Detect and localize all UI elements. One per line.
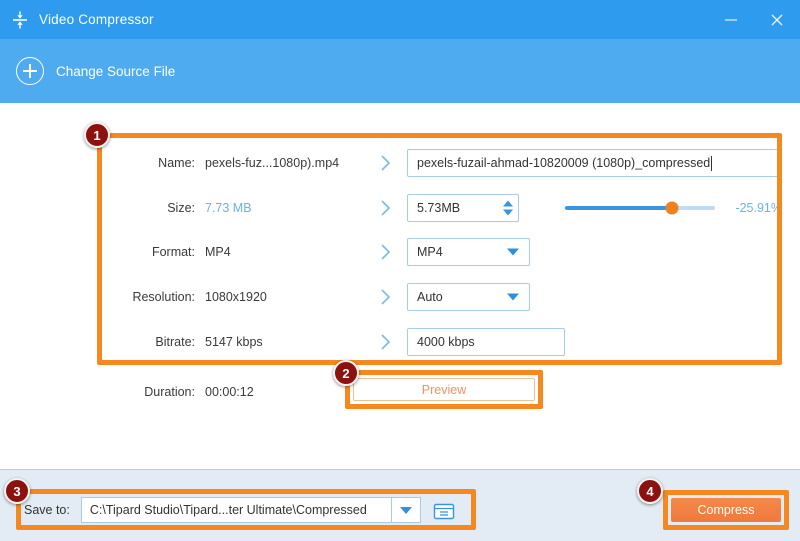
duration-label: Duration: — [144, 385, 195, 399]
format-original-value: MP4 — [205, 245, 231, 259]
annotation-badge-4: 4 — [637, 478, 663, 504]
size-input[interactable]: 5.73MB — [407, 194, 520, 222]
bitrate-original-value: 5147 kbps — [205, 335, 263, 349]
slider-knob[interactable] — [665, 201, 679, 215]
text-caret — [711, 155, 713, 171]
resolution-original-value: 1080x1920 — [205, 290, 267, 304]
format-select-value: MP4 — [417, 245, 443, 259]
row-resolution: Resolution: 1080x1920 Auto — [97, 275, 782, 319]
slider-track-fill — [565, 206, 672, 210]
window-controls — [708, 0, 800, 39]
annotation-badge-3: 3 — [4, 478, 30, 504]
size-input-value: 5.73MB — [417, 201, 461, 215]
resolution-select-value: Auto — [417, 290, 443, 304]
duration-value: 00:00:12 — [205, 385, 254, 399]
chevron-right-icon — [365, 152, 407, 174]
name-label: Name: — [158, 156, 195, 170]
video-compressor-window: Video Compressor Change Source File Name… — [0, 0, 800, 541]
toolbar: Change Source File — [0, 39, 800, 103]
format-select[interactable]: MP4 — [407, 238, 530, 266]
compress-icon — [10, 10, 30, 30]
row-format: Format: MP4 MP4 — [97, 230, 782, 274]
size-label: Size: — [167, 201, 195, 215]
name-input-value: pexels-fuzail-ahmad-10820009 (1080p)_com… — [417, 156, 711, 170]
resolution-label: Resolution: — [132, 290, 195, 304]
row-size: Size: 7.73 MB 5.73MB -25.91% — [97, 186, 782, 230]
name-original-value: pexels-fuz...1080p).mp4 — [205, 156, 340, 170]
minimize-button[interactable] — [708, 0, 754, 39]
chevron-down-icon — [507, 293, 519, 301]
bitrate-input[interactable]: 4000 kbps — [407, 328, 565, 356]
row-name: Name: pexels-fuz...1080p).mp4 pexels-fuz… — [97, 141, 782, 185]
plus-circle-icon — [16, 57, 44, 85]
stepper-up-icon[interactable] — [503, 200, 514, 207]
size-original-value: 7.73 MB — [205, 201, 252, 215]
row-bitrate: Bitrate: 5147 kbps 4000 kbps — [97, 320, 782, 364]
browse-folder-button[interactable] — [430, 497, 459, 523]
change-source-file-button[interactable]: Change Source File — [16, 57, 175, 85]
save-path-dropdown-button[interactable] — [390, 497, 421, 523]
bitrate-label: Bitrate: — [155, 335, 195, 349]
format-label: Format: — [151, 245, 195, 259]
stepper-down-icon[interactable] — [503, 209, 514, 216]
size-stepper[interactable] — [503, 200, 514, 216]
settings-form: Name: pexels-fuz...1080p).mp4 pexels-fuz… — [97, 133, 782, 365]
annotation-badge-2: 2 — [333, 360, 359, 386]
preview-button[interactable]: Preview — [353, 378, 535, 401]
close-button[interactable] — [754, 0, 800, 39]
chevron-down-icon — [507, 248, 519, 256]
bitrate-input-value: 4000 kbps — [417, 335, 475, 349]
change-source-file-label: Change Source File — [56, 63, 176, 79]
chevron-down-icon — [399, 506, 412, 514]
chevron-right-icon — [365, 241, 407, 263]
compression-percent: -25.91% — [735, 201, 782, 215]
app-title: Video Compressor — [39, 12, 154, 27]
resolution-select[interactable]: Auto — [407, 283, 530, 311]
save-to-group: Save to: C:\Tipard Studio\Tipard...ter U… — [24, 497, 459, 523]
annotation-badge-1: 1 — [84, 122, 110, 148]
chevron-right-icon — [365, 286, 407, 308]
chevron-right-icon — [365, 331, 407, 353]
title-bar: Video Compressor — [0, 0, 800, 39]
save-path-input[interactable]: C:\Tipard Studio\Tipard...ter Ultimate\C… — [80, 497, 391, 523]
save-to-label: Save to: — [24, 503, 70, 517]
compress-button[interactable]: Compress — [671, 498, 781, 522]
chevron-right-icon — [365, 197, 407, 219]
size-slider[interactable] — [565, 194, 716, 222]
name-input[interactable]: pexels-fuzail-ahmad-10820009 (1080p)_com… — [407, 149, 782, 177]
